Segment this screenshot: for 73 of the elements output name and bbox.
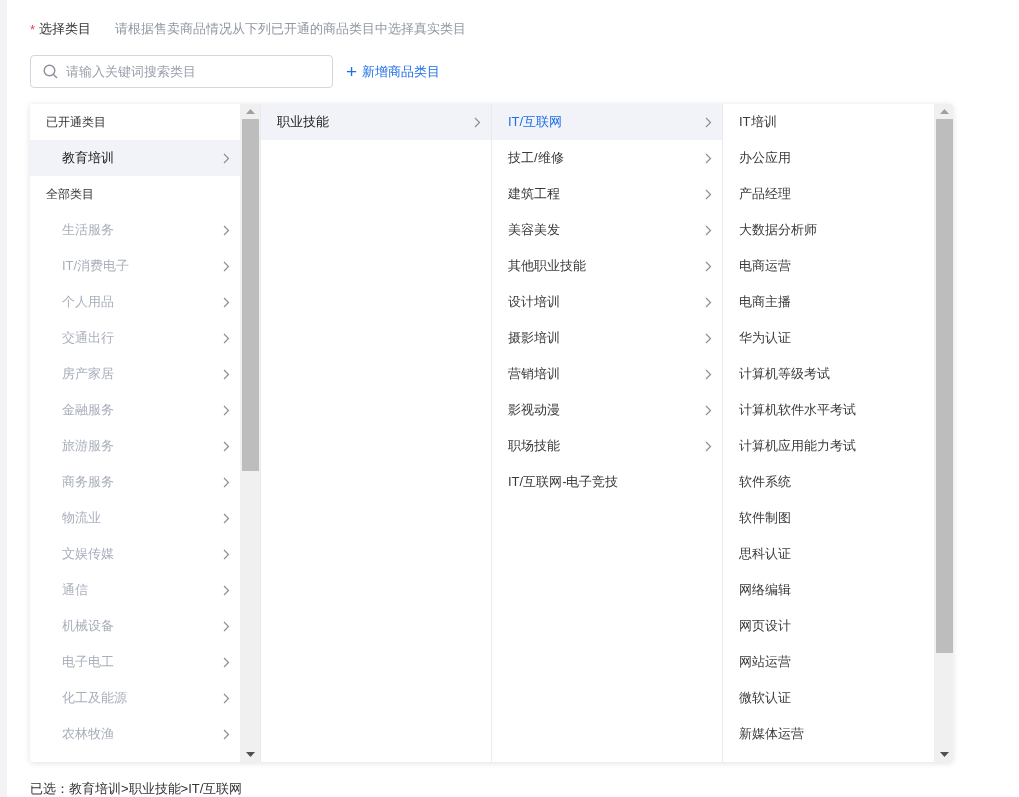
group-heading: 已开通类目 [45, 113, 107, 131]
chevron-right-icon [223, 296, 230, 308]
chevron-right-icon [223, 368, 230, 380]
category-option[interactable]: 微软认证 [723, 680, 934, 716]
chevron-right-icon [223, 620, 230, 632]
category-option[interactable]: 摄影培训 [492, 320, 722, 356]
chevron-right-icon [705, 260, 712, 272]
chevron-right-icon [223, 512, 230, 524]
category-option[interactable]: 新媒体运营 [723, 716, 934, 752]
selected-path: 已选：教育培训>职业技能>IT/互联网 [30, 781, 244, 797]
category-option[interactable]: 电商运营 [723, 248, 934, 284]
category-option[interactable]: 网页设计 [723, 608, 934, 644]
group-heading: 全部类目 [45, 185, 95, 203]
category-option[interactable]: 计算机软件水平考试 [723, 392, 934, 428]
chevron-right-icon [705, 332, 712, 344]
search-field[interactable]: 请输入关键词搜索类目 [30, 55, 333, 88]
chevron-right-icon [223, 404, 230, 416]
category-option[interactable]: IT培训 [723, 104, 934, 140]
chevron-right-icon [223, 692, 230, 704]
search-icon [43, 64, 58, 79]
category-option[interactable]: 大数据分析师 [723, 212, 934, 248]
chevron-right-icon [223, 548, 230, 560]
category-option[interactable]: 办公应用 [723, 140, 934, 176]
chevron-right-icon [223, 332, 230, 344]
category-option[interactable]: 网站运营 [723, 644, 934, 680]
category-option[interactable]: 电商主播 [723, 284, 934, 320]
chevron-right-icon [223, 656, 230, 668]
category-option[interactable]: 计算机应用能力考试 [723, 428, 934, 464]
required-mark: * [30, 21, 36, 37]
chevron-right-icon [223, 476, 230, 488]
category-option[interactable]: 思科认证 [723, 536, 934, 572]
add-category-link[interactable]: + 新增商品类目 [346, 62, 441, 81]
scrollbar[interactable] [240, 104, 260, 762]
category-option[interactable]: 职业技能 [261, 104, 491, 140]
scrollbar[interactable] [934, 104, 953, 762]
chevron-right-icon [705, 404, 712, 416]
category-option[interactable]: 网络编辑 [723, 572, 934, 608]
scroll-up-icon[interactable] [939, 109, 949, 114]
category-option[interactable]: 软件系统 [723, 464, 934, 500]
category-option[interactable]: 其他职业技能 [492, 248, 722, 284]
chevron-right-icon [705, 368, 712, 380]
chevron-right-icon [223, 224, 230, 236]
chevron-right-icon [223, 728, 230, 740]
chevron-right-icon [705, 116, 712, 128]
scroll-down-icon[interactable] [939, 752, 949, 757]
category-option[interactable]: 产品经理 [723, 176, 934, 212]
chevron-right-icon [705, 296, 712, 308]
chevron-right-icon [223, 260, 230, 272]
field-label: 选择类目 [39, 20, 92, 38]
scroll-up-icon[interactable] [245, 109, 255, 114]
category-option[interactable]: 技工/维修 [492, 140, 722, 176]
category-option[interactable]: IT/互联网 [492, 104, 722, 140]
category-option[interactable]: 建筑工程 [492, 176, 722, 212]
chevron-right-icon [705, 188, 712, 200]
chevron-right-icon [705, 152, 712, 164]
chevron-right-icon [705, 224, 712, 236]
field-hint: 请根据售卖商品情况从下列已开通的商品类目中选择真实类目 [115, 20, 467, 38]
category-option[interactable]: 华为认证 [723, 320, 934, 356]
category-option[interactable]: 教育培训 [30, 140, 240, 176]
category-option[interactable]: 营销培训 [492, 356, 722, 392]
chevron-right-icon [223, 584, 230, 596]
category-option[interactable]: 影视动漫 [492, 392, 722, 428]
category-option[interactable]: IT/互联网-电子竞技 [492, 464, 722, 500]
category-option[interactable]: 计算机等级考试 [723, 356, 934, 392]
chevron-right-icon [223, 152, 230, 164]
chevron-right-icon [474, 116, 481, 128]
category-option[interactable]: 美容美发 [492, 212, 722, 248]
category-option[interactable]: 职场技能 [492, 428, 722, 464]
category-option[interactable]: 软件制图 [723, 500, 934, 536]
chevron-right-icon [705, 440, 712, 452]
category-option[interactable]: 设计培训 [492, 284, 722, 320]
chevron-right-icon [223, 440, 230, 452]
scroll-down-icon[interactable] [245, 752, 255, 757]
